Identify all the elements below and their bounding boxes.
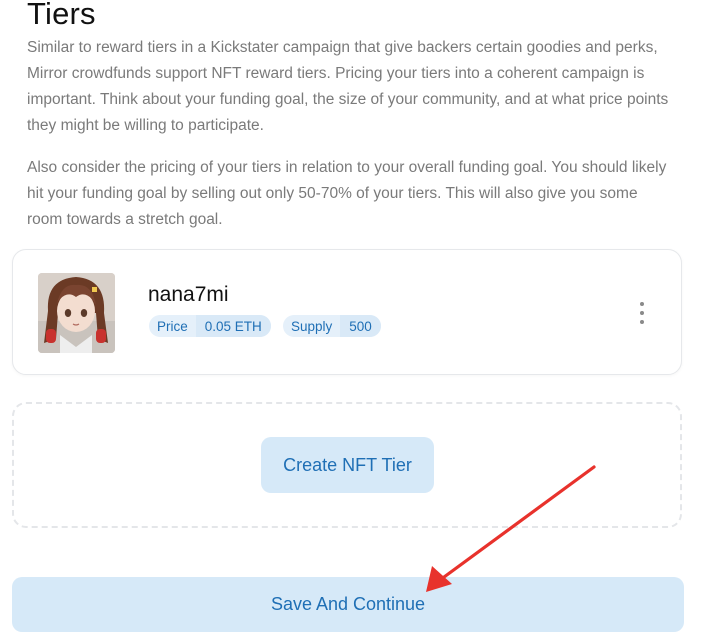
- price-value: 0.05 ETH: [195, 315, 271, 337]
- kebab-menu-icon[interactable]: [637, 302, 647, 324]
- tier-avatar: [38, 273, 115, 353]
- create-nft-tier-button[interactable]: Create NFT Tier: [261, 437, 434, 493]
- tier-name: nana7mi: [148, 283, 229, 306]
- tiers-description: Similar to reward tiers in a Kickstater …: [27, 39, 669, 134]
- tier-card[interactable]: nana7mi Price 0.05 ETH Supply 500: [12, 249, 682, 375]
- price-badge: Price 0.05 ETH: [149, 315, 271, 337]
- anime-girl-avatar-image: [38, 273, 115, 353]
- supply-value: 500: [340, 315, 381, 337]
- page-title: Tiers: [27, 0, 96, 31]
- save-and-continue-button[interactable]: Save And Continue: [12, 577, 684, 632]
- supply-label: Supply: [291, 318, 333, 334]
- supply-badge: Supply 500: [283, 315, 381, 337]
- pricing-advice: Also consider the pricing of your tiers …: [27, 159, 667, 228]
- price-label: Price: [157, 318, 188, 334]
